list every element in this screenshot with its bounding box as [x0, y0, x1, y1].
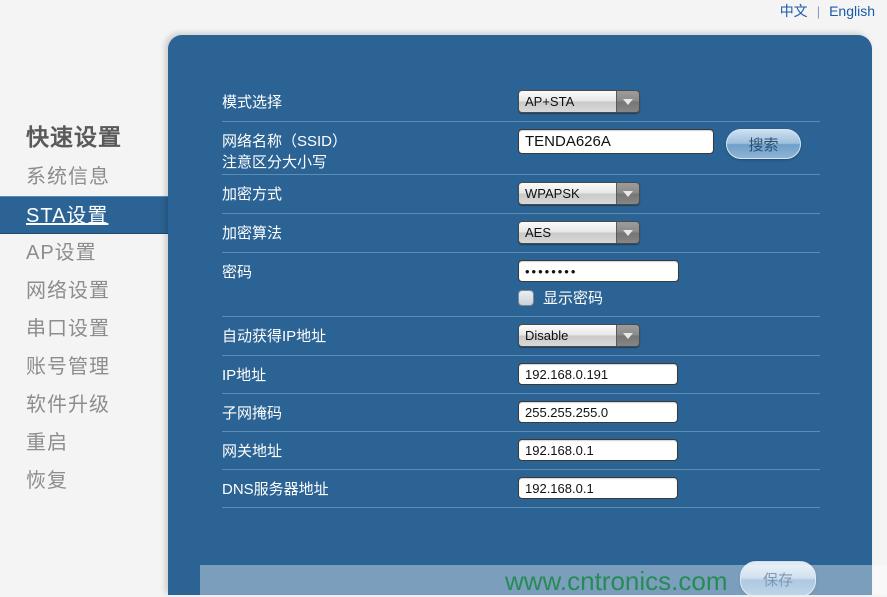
chevron-down-icon	[616, 222, 639, 243]
ssid-label: 网络名称（SSID） 注意区分大小写	[222, 129, 518, 174]
sidebar-item-label: 网络设置	[26, 280, 110, 302]
sidebar: 快速设置 系统信息 STA设置 AP设置 网络设置 串口设置 账号管理 软件升级…	[0, 118, 168, 500]
language-separator: |	[817, 4, 820, 19]
ssid-input[interactable]	[518, 129, 714, 154]
show-password-label: 显示密码	[543, 287, 603, 308]
form-row-encryption-method: 加密方式 WPAPSK	[222, 175, 820, 214]
sidebar-item-label: 恢复	[26, 470, 68, 492]
form-row-dns: DNS服务器地址	[222, 470, 820, 508]
subnet-mask-input[interactable]	[518, 401, 678, 423]
sidebar-item-label: 软件升级	[26, 394, 110, 416]
form-row-password: 密码 显示密码	[222, 253, 820, 317]
sidebar-item-label: 重启	[26, 432, 68, 454]
chevron-down-icon	[616, 325, 639, 346]
encryption-method-label: 加密方式	[222, 182, 518, 205]
sidebar-item-label: 账号管理	[26, 356, 110, 378]
language-link-english[interactable]: English	[829, 3, 875, 19]
form-row-gateway: 网关地址	[222, 432, 820, 470]
sidebar-item-reboot[interactable]: 重启	[0, 424, 168, 462]
ip-address-input[interactable]	[518, 363, 678, 385]
gateway-label: 网关地址	[222, 439, 518, 462]
encryption-method-select-value: WPAPSK	[519, 183, 616, 204]
mode-select[interactable]: AP+STA	[518, 90, 640, 113]
sidebar-heading-quick-setup[interactable]: 快速设置	[0, 118, 168, 158]
search-button[interactable]: 搜索	[726, 129, 801, 159]
dns-input[interactable]	[518, 477, 678, 499]
sidebar-item-label: 串口设置	[26, 318, 110, 340]
ip-address-label: IP地址	[222, 363, 518, 386]
sidebar-item-serial-settings[interactable]: 串口设置	[0, 310, 168, 348]
sta-settings-form: 模式选择 AP+STA 网络名称（SSID） 注意区分大小写 搜索 加密方式	[222, 83, 820, 508]
sidebar-item-sta-settings[interactable]: STA设置	[0, 196, 168, 234]
show-password-row: 显示密码	[518, 282, 603, 308]
language-link-chinese[interactable]: 中文	[780, 1, 808, 21]
show-password-checkbox[interactable]	[518, 290, 534, 306]
password-label: 密码	[222, 260, 518, 283]
mode-select-value: AP+STA	[519, 91, 616, 112]
sidebar-item-ap-settings[interactable]: AP设置	[0, 234, 168, 272]
sidebar-item-network-settings[interactable]: 网络设置	[0, 272, 168, 310]
gateway-input[interactable]	[518, 439, 678, 461]
mode-label: 模式选择	[222, 90, 518, 113]
chevron-down-icon	[616, 183, 639, 204]
dhcp-select-value: Disable	[519, 325, 616, 346]
sidebar-item-label: AP设置	[26, 242, 97, 264]
form-row-mode: 模式选择 AP+STA	[222, 83, 820, 122]
dns-label: DNS服务器地址	[222, 477, 518, 500]
form-row-encryption-algorithm: 加密算法 AES	[222, 214, 820, 253]
form-row-ip-address: IP地址	[222, 356, 820, 394]
password-input[interactable]	[518, 260, 679, 282]
form-row-subnet-mask: 子网掩码	[222, 394, 820, 432]
encryption-algorithm-label: 加密算法	[222, 221, 518, 244]
settings-panel: 模式选择 AP+STA 网络名称（SSID） 注意区分大小写 搜索 加密方式	[168, 35, 872, 595]
form-row-dhcp: 自动获得IP地址 Disable	[222, 317, 820, 356]
ssid-label-main: 网络名称（SSID）	[222, 133, 347, 150]
dhcp-select[interactable]: Disable	[518, 324, 640, 347]
sidebar-item-account-management[interactable]: 账号管理	[0, 348, 168, 386]
language-bar: 中文 | English	[780, 0, 875, 22]
form-row-ssid: 网络名称（SSID） 注意区分大小写 搜索	[222, 122, 820, 175]
sidebar-item-system-info[interactable]: 系统信息	[0, 158, 168, 196]
sidebar-item-firmware-upgrade[interactable]: 软件升级	[0, 386, 168, 424]
encryption-method-select[interactable]: WPAPSK	[518, 182, 640, 205]
encryption-algorithm-select-value: AES	[519, 222, 616, 243]
sidebar-item-restore[interactable]: 恢复	[0, 462, 168, 500]
encryption-algorithm-select[interactable]: AES	[518, 221, 640, 244]
ssid-label-note: 注意区分大小写	[222, 152, 518, 174]
save-button[interactable]: 保存	[740, 561, 816, 595]
subnet-mask-label: 子网掩码	[222, 401, 518, 424]
sidebar-item-label: STA设置	[26, 205, 108, 227]
sidebar-item-label: 系统信息	[26, 166, 110, 188]
chevron-down-icon	[616, 91, 639, 112]
dhcp-label: 自动获得IP地址	[222, 324, 518, 347]
